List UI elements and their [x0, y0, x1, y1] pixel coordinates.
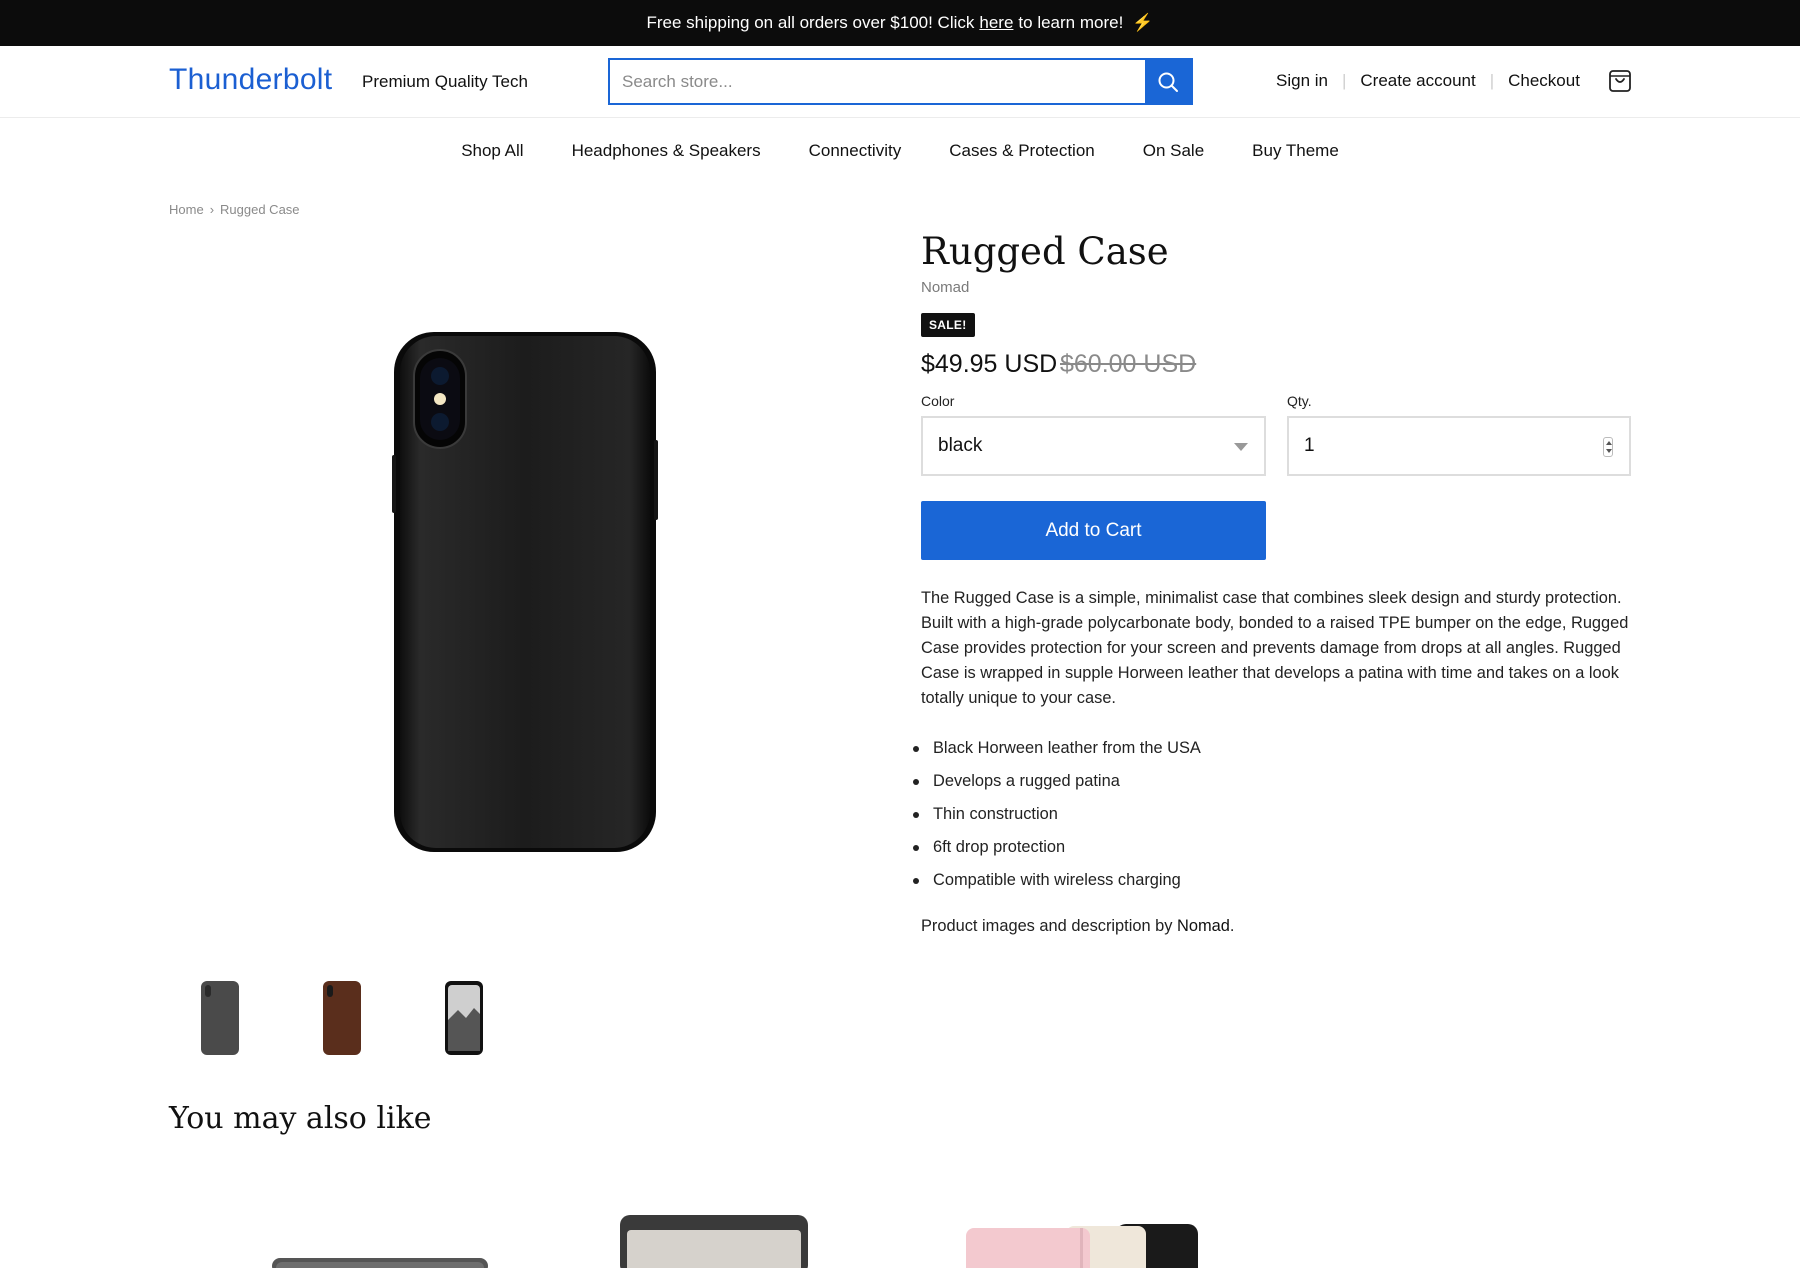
search-button[interactable]	[1145, 60, 1191, 103]
announcement-link[interactable]: here	[979, 13, 1013, 33]
list-item: 6ft drop protection	[913, 835, 1201, 868]
recommended-product-2-image[interactable]	[619, 1214, 809, 1268]
breadcrumb-separator: ›	[209, 202, 215, 217]
breadcrumb: Home › Rugged Case	[169, 202, 300, 217]
lightning-icon: ⚡	[1132, 13, 1154, 32]
sign-in-link[interactable]: Sign in	[1276, 71, 1328, 91]
chevron-down-icon	[1234, 443, 1248, 451]
color-selected-value: black	[938, 435, 983, 456]
nav-cases-protection[interactable]: Cases & Protection	[949, 141, 1095, 161]
search-icon	[1158, 72, 1178, 92]
product-vendor: Nomad	[921, 279, 970, 296]
sale-badge: SALE!	[921, 313, 975, 337]
list-item: Develops a rugged patina	[913, 769, 1201, 802]
recommendations-title: You may also like	[169, 1101, 432, 1136]
product-title: Rugged Case	[921, 230, 1169, 273]
credit-text: Product images and description by	[921, 917, 1173, 935]
nav-connectivity[interactable]: Connectivity	[809, 141, 902, 161]
compare-at-price: $60.00 USD	[1060, 350, 1197, 378]
quantity-field[interactable]: 1	[1287, 416, 1631, 476]
product-thumbnails	[200, 980, 490, 1058]
thumbnail-brown-case[interactable]	[322, 980, 362, 1056]
thumbnail-slate-case[interactable]	[200, 980, 240, 1056]
search-bar	[608, 58, 1193, 105]
add-to-cart-button[interactable]: Add to Cart	[921, 501, 1266, 560]
shopping-bag-icon[interactable]	[1607, 68, 1633, 94]
checkout-link[interactable]: Checkout	[1508, 71, 1580, 91]
color-label: Color	[921, 393, 955, 409]
announcement-bar: Free shipping on all orders over $100! C…	[0, 0, 1800, 46]
search-input[interactable]	[610, 60, 1145, 103]
store-tagline: Premium Quality Tech	[362, 72, 528, 91]
thumbnail-phone-front[interactable]	[444, 980, 484, 1056]
product-description: The Rugged Case is a simple, minimalist …	[921, 589, 1629, 707]
quantity-stepper[interactable]	[1603, 437, 1613, 457]
product-credit: Product images and description by Nomad.	[921, 917, 1234, 936]
create-account-link[interactable]: Create account	[1360, 71, 1475, 91]
main-navigation: Shop All Headphones & Speakers Connectiv…	[0, 141, 1800, 161]
feature-list: Black Horween leather from the USA Devel…	[913, 736, 1201, 901]
nav-on-sale[interactable]: On Sale	[1143, 141, 1204, 161]
color-select[interactable]: black	[921, 416, 1266, 476]
recommended-product-1-image[interactable]	[270, 1256, 490, 1268]
account-links: Sign in | Create account | Checkout	[1276, 71, 1580, 91]
divider: |	[1341, 71, 1347, 90]
credit-link[interactable]: Nomad	[1177, 917, 1230, 935]
store-logo[interactable]: Thunderbolt	[169, 63, 332, 97]
list-item: Black Horween leather from the USA	[913, 736, 1201, 769]
credit-suffix: .	[1229, 917, 1235, 935]
qty-label: Qty.	[1287, 393, 1312, 409]
nav-buy-theme[interactable]: Buy Theme	[1252, 141, 1339, 161]
breadcrumb-current: Rugged Case	[220, 202, 300, 217]
breadcrumb-home[interactable]: Home	[169, 202, 204, 217]
list-item: Thin construction	[913, 802, 1201, 835]
recommended-product-3-image[interactable]	[966, 1222, 1200, 1268]
divider: |	[1489, 71, 1495, 90]
list-item: Compatible with wireless charging	[913, 868, 1201, 901]
nav-shop-all[interactable]: Shop All	[461, 141, 523, 161]
product-price: $49.95 USD	[921, 350, 1058, 378]
announcement-text: Free shipping on all orders over $100! C…	[646, 13, 975, 32]
nav-headphones-speakers[interactable]: Headphones & Speakers	[572, 141, 761, 161]
product-main-image	[392, 332, 658, 852]
quantity-value: 1	[1304, 435, 1315, 456]
site-header: Thunderbolt Premium Quality Tech Sign in…	[0, 46, 1800, 118]
announcement-text-end: to learn more!	[1018, 13, 1124, 32]
